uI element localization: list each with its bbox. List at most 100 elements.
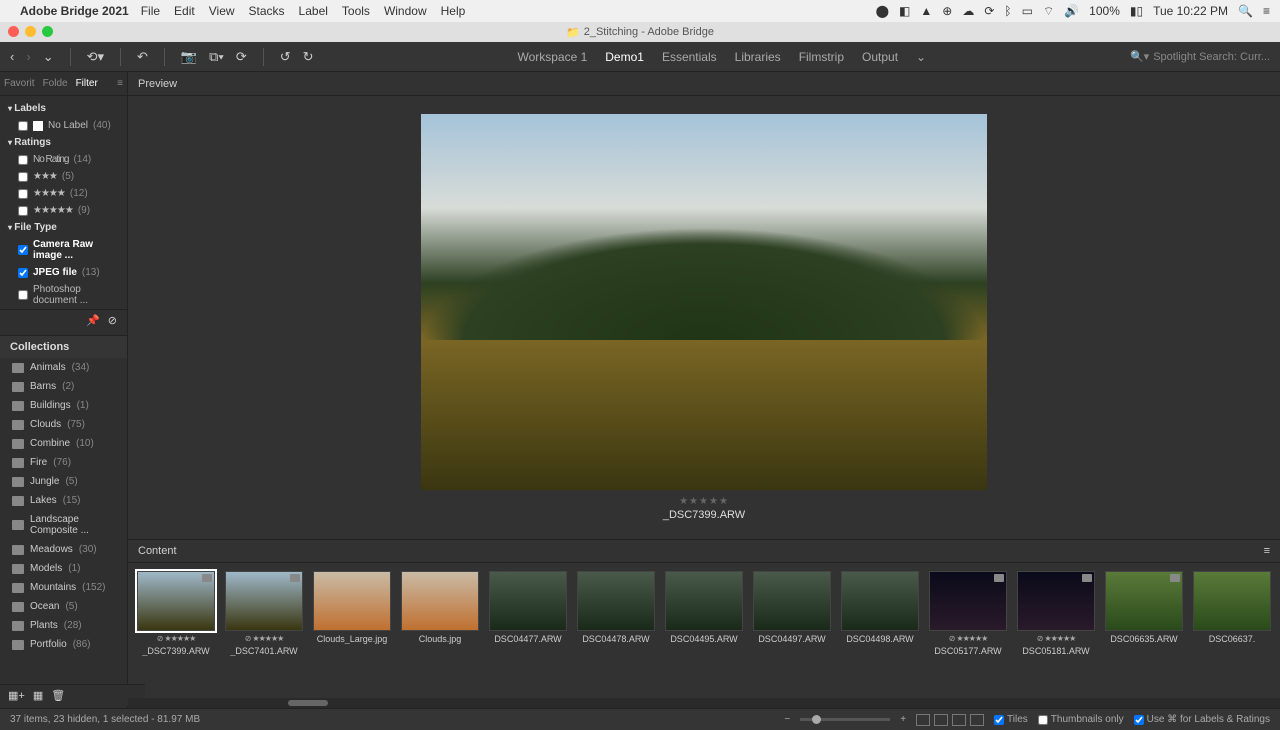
status-icon[interactable]: ⟳ [984, 4, 994, 18]
filter-item-rating[interactable]: ★★★★★ (9) [0, 202, 127, 219]
menu-file[interactable]: File [141, 4, 160, 18]
collection-item[interactable]: Models (1) [0, 559, 127, 578]
collection-item[interactable]: Lakes (15) [0, 491, 127, 510]
collection-item[interactable]: Ocean (5) [0, 597, 127, 616]
collection-item[interactable]: Buildings (1) [0, 396, 127, 415]
collection-item[interactable]: Portfolio (86) [0, 635, 127, 654]
camera-icon[interactable]: 📷 [181, 49, 197, 65]
thumb-image[interactable] [489, 571, 567, 631]
filter-checkbox[interactable] [18, 189, 28, 199]
menu-stacks[interactable]: Stacks [249, 4, 285, 18]
thumbnail[interactable]: DSC06637. [1192, 571, 1272, 644]
filter-item-rating[interactable]: ★★★★ (12) [0, 185, 127, 202]
content-panel-label[interactable]: Content [138, 545, 177, 557]
thumbnail[interactable]: Clouds.jpg [400, 571, 480, 644]
filter-labels-header[interactable]: Labels [0, 100, 127, 117]
status-icon[interactable]: ▲ [920, 4, 932, 18]
window-controls[interactable] [8, 26, 53, 37]
collection-item[interactable]: Rocks (50) [0, 654, 127, 658]
workspace-tab[interactable]: Libraries [735, 50, 781, 64]
menu-tools[interactable]: Tools [342, 4, 370, 18]
workspace-tab[interactable]: Filmstrip [799, 50, 844, 64]
thumb-image[interactable] [1193, 571, 1271, 631]
collection-item[interactable]: Fire (76) [0, 453, 127, 472]
close-window-button[interactable] [8, 26, 19, 37]
spotlight-icon[interactable]: 🔍 [1238, 4, 1253, 18]
preview-panel-label[interactable]: Preview [138, 78, 177, 90]
menu-edit[interactable]: Edit [174, 4, 195, 18]
thumbnail[interactable]: ⊘★★★★★DSC05177.ARW [928, 571, 1008, 656]
thumb-image[interactable] [929, 571, 1007, 631]
collection-item[interactable]: Plants (28) [0, 616, 127, 635]
battery-icon[interactable]: ▮▯ [1130, 4, 1143, 18]
collection-item[interactable]: Clouds (75) [0, 415, 127, 434]
delete-collection-icon[interactable]: 🗑 [51, 689, 65, 702]
thumb-rating[interactable]: ⊘★★★★★ [1037, 634, 1076, 643]
wifi-icon[interactable]: ⌔ [1043, 4, 1054, 19]
battery-label[interactable]: 100% [1089, 4, 1120, 18]
filter-checkbox[interactable] [18, 121, 28, 131]
thumbnail[interactable]: ⊘★★★★★_DSC7399.ARW [136, 571, 216, 656]
menu-view[interactable]: View [209, 4, 235, 18]
collections-header[interactable]: Collections [0, 336, 127, 358]
filter-item-filetype[interactable]: JPEG file (13) [0, 264, 127, 281]
tab-favorites[interactable]: Favorit [4, 78, 35, 89]
filter-item-nolabel[interactable]: No Label (40) [0, 117, 127, 134]
menu-help[interactable]: Help [441, 4, 466, 18]
menu-window[interactable]: Window [384, 4, 427, 18]
collection-item[interactable]: Barns (2) [0, 377, 127, 396]
nav-back-button[interactable]: ‹ [10, 49, 14, 64]
thumb-rating[interactable]: ⊘★★★★★ [949, 634, 988, 643]
filter-checkbox[interactable] [18, 245, 28, 255]
workspace-tab[interactable]: Workspace 1 [517, 50, 587, 64]
preview-rating[interactable]: ★★★★★ [679, 496, 729, 507]
search-box[interactable]: 🔍▾ Spotlight Search: Curr... [1130, 50, 1270, 63]
thumb-image[interactable] [1017, 571, 1095, 631]
boomerang-button[interactable]: ↶ [137, 49, 148, 65]
thumb-image[interactable] [1105, 571, 1183, 631]
workspace-tab[interactable]: Demo1 [605, 50, 644, 64]
filter-checkbox[interactable] [18, 206, 28, 216]
tab-folders[interactable]: Folde [43, 78, 68, 89]
menu-icon[interactable]: ≡ [1263, 4, 1270, 18]
collection-item[interactable]: Combine (10) [0, 434, 127, 453]
app-name-label[interactable]: Adobe Bridge 2021 [20, 4, 129, 18]
collection-item[interactable]: Landscape Composite ... [0, 510, 127, 540]
collection-item[interactable]: Meadows (30) [0, 540, 127, 559]
thumb-image[interactable] [577, 571, 655, 631]
collection-item[interactable]: Animals (34) [0, 358, 127, 377]
thumbnail[interactable]: DSC06635.ARW [1104, 571, 1184, 644]
filter-checkbox[interactable] [18, 172, 28, 182]
preview-image[interactable] [421, 114, 987, 490]
workspace-tab[interactable]: Output [862, 50, 898, 64]
thumbnail[interactable]: DSC04477.ARW [488, 571, 568, 644]
rotate-cw-button[interactable]: ↻ [303, 49, 314, 65]
filter-filetype-header[interactable]: File Type [0, 219, 127, 236]
thumb-rating[interactable]: ⊘★★★★★ [245, 634, 284, 643]
workspace-more-icon[interactable]: ⌄ [916, 50, 926, 64]
thumb-image[interactable] [313, 571, 391, 631]
nav-dropdown-icon[interactable]: ⌄ [43, 49, 54, 65]
thumbnail[interactable]: DSC04497.ARW [752, 571, 832, 644]
bluetooth-icon[interactable]: ᛒ [1004, 4, 1011, 18]
nav-forward-button[interactable]: › [26, 49, 30, 64]
new-smart-collection-icon[interactable]: ▦+ [8, 689, 25, 702]
recent-button[interactable]: ⟲▾ [87, 49, 104, 65]
panel-menu-icon[interactable]: ≡ [117, 78, 123, 89]
display-icon[interactable]: ▭ [1022, 4, 1033, 18]
preview-area[interactable]: ★★★★★ _DSC7399.ARW [128, 96, 1280, 539]
collection-item[interactable]: Jungle (5) [0, 472, 127, 491]
horizontal-scrollbar[interactable] [128, 698, 1280, 708]
copy-icon[interactable]: ⧉▾ [209, 49, 224, 65]
cancel-icon[interactable]: ⊘ [108, 314, 117, 327]
thumb-image[interactable] [137, 571, 215, 631]
filter-checkbox[interactable] [18, 268, 28, 278]
thumb-image[interactable] [401, 571, 479, 631]
status-icon[interactable]: ☁ [962, 4, 974, 18]
filter-ratings-header[interactable]: Ratings [0, 134, 127, 151]
thumb-image[interactable] [665, 571, 743, 631]
thumbnail-strip[interactable]: ⊘★★★★★_DSC7399.ARW⊘★★★★★_DSC7401.ARWClou… [128, 563, 1280, 698]
thumb-image[interactable] [841, 571, 919, 631]
status-icon[interactable]: ⊕ [942, 4, 952, 18]
rotate-ccw-button[interactable]: ↺ [280, 49, 291, 65]
